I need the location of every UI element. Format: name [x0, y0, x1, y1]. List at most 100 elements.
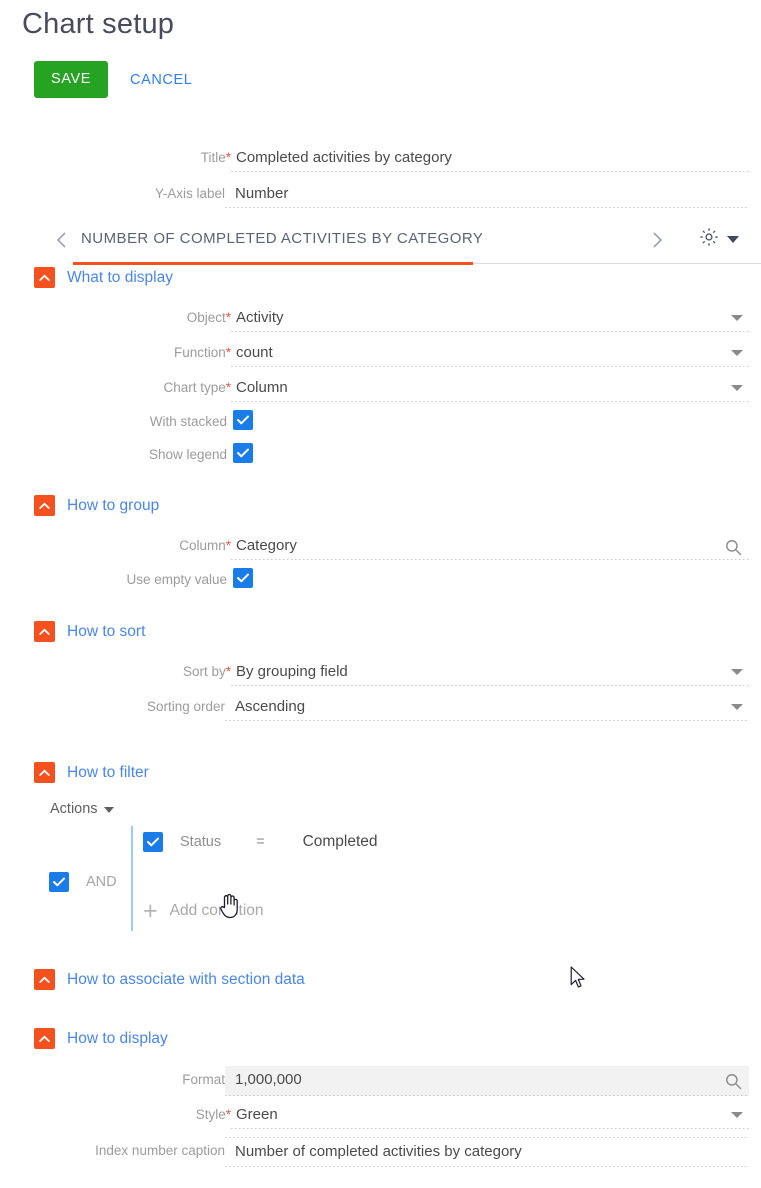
- with-stacked-checkbox[interactable]: [233, 410, 253, 430]
- sort-by-field-row: Sort by* By grouping field: [0, 660, 749, 686]
- section-header-how-to-associate[interactable]: How to associate with section data: [34, 969, 305, 990]
- section-title[interactable]: What to display: [67, 269, 173, 287]
- sorting-order-dropdown[interactable]: Ascending: [225, 695, 749, 721]
- filter-actions-menu[interactable]: Actions: [50, 801, 114, 817]
- show-legend-checkbox-wrap: [227, 443, 253, 463]
- y-axis-field-control[interactable]: Number: [225, 182, 749, 208]
- format-lookup[interactable]: 1,000,000: [225, 1066, 749, 1096]
- chart-type-field-value: Column: [236, 379, 288, 396]
- sort-by-dropdown[interactable]: By grouping field: [231, 660, 749, 686]
- use-empty-value-label: Use empty value: [126, 572, 227, 587]
- chart-tab-strip: NUMBER OF COMPLETED ACTIVITIES BY CATEGO…: [46, 222, 761, 265]
- section-title[interactable]: How to filter: [67, 764, 149, 782]
- y-axis-field-value: Number: [235, 185, 289, 202]
- section-header-how-to-group[interactable]: How to group: [34, 495, 159, 516]
- object-dropdown[interactable]: Activity: [231, 306, 749, 332]
- format-field-row: Format 1,000,000: [0, 1066, 749, 1096]
- chart-type-dropdown[interactable]: Column: [231, 376, 749, 402]
- caret-down-icon[interactable]: [731, 704, 743, 710]
- with-stacked-row: With stacked: [0, 410, 253, 434]
- section-title[interactable]: How to associate with section data: [67, 971, 305, 989]
- active-tab-underline: [73, 262, 473, 265]
- format-value: 1,000,000: [235, 1071, 302, 1088]
- add-condition-label: Add condition: [169, 902, 264, 919]
- field-underline: [231, 366, 749, 367]
- filter-condition-field[interactable]: Status: [180, 834, 221, 850]
- sort-by-value: By grouping field: [236, 663, 348, 680]
- use-empty-value-row: Use empty value: [0, 568, 253, 592]
- use-empty-value-checkbox-wrap: [227, 568, 253, 588]
- plus-icon: +: [143, 897, 158, 925]
- field-underline: [231, 685, 749, 686]
- filter-group-rail: [131, 826, 133, 931]
- field-underline: [225, 720, 749, 721]
- caret-down-icon[interactable]: [731, 350, 743, 356]
- caret-down-icon[interactable]: [731, 385, 743, 391]
- section-header-how-to-filter[interactable]: How to filter: [34, 762, 149, 783]
- section-header-how-to-display[interactable]: How to display: [34, 1028, 168, 1049]
- section-header-how-to-sort[interactable]: How to sort: [34, 621, 145, 642]
- chart-type-field-label: Chart type*: [163, 380, 231, 395]
- title-field-control[interactable]: Completed activities by category: [231, 146, 749, 172]
- section-header-what-to-display[interactable]: What to display: [34, 267, 173, 288]
- chevron-up-icon[interactable]: [34, 762, 55, 783]
- title-field-value: Completed activities by category: [236, 149, 452, 166]
- filter-logic-checkbox[interactable]: [49, 872, 69, 892]
- show-legend-label: Show legend: [148, 447, 227, 462]
- caret-down-icon[interactable]: [731, 669, 743, 675]
- filter-condition-row: Status = Completed: [143, 832, 378, 852]
- cancel-button[interactable]: CANCEL: [130, 72, 192, 88]
- filter-logic-operator[interactable]: AND: [49, 872, 117, 892]
- chevron-up-icon[interactable]: [34, 495, 55, 516]
- page-title: Chart setup: [22, 8, 175, 40]
- sorting-order-label: Sorting order: [146, 699, 225, 714]
- caret-down-icon[interactable]: [731, 1112, 743, 1118]
- filter-condition-operator[interactable]: =: [256, 834, 264, 850]
- style-label: Style*: [195, 1107, 231, 1122]
- tab-settings-button[interactable]: [698, 226, 739, 253]
- filter-logic-label[interactable]: AND: [86, 874, 117, 890]
- field-underline: [231, 171, 749, 172]
- sort-by-label: Sort by*: [182, 664, 231, 679]
- index-number-caption-input[interactable]: Number of completed activities by catego…: [225, 1137, 749, 1167]
- caret-down-icon[interactable]: [731, 315, 743, 321]
- gear-icon: [698, 226, 720, 253]
- use-empty-value-checkbox[interactable]: [233, 568, 253, 588]
- show-legend-row: Show legend: [0, 443, 253, 467]
- section-title[interactable]: How to group: [67, 497, 159, 515]
- show-legend-checkbox[interactable]: [233, 443, 253, 463]
- chevron-left-icon[interactable]: [54, 230, 68, 255]
- filter-condition-value[interactable]: Completed: [303, 833, 378, 851]
- title-field-row: Title* Completed activities by category: [0, 146, 749, 172]
- field-underline: [225, 207, 749, 208]
- sorting-order-field-row: Sorting order Ascending: [0, 695, 749, 721]
- chart-setup-page: Chart setup SAVE CANCEL Title* Completed…: [0, 0, 761, 1188]
- style-field-row: Style* Green: [0, 1103, 749, 1129]
- caret-down-icon: [103, 807, 114, 813]
- function-dropdown[interactable]: count: [231, 341, 749, 367]
- style-dropdown[interactable]: Green: [231, 1103, 749, 1129]
- chevron-up-icon[interactable]: [34, 621, 55, 642]
- field-underline: [231, 401, 749, 402]
- function-field-label: Function*: [173, 345, 231, 360]
- group-column-lookup[interactable]: Category: [231, 534, 749, 560]
- save-button[interactable]: SAVE: [34, 61, 109, 98]
- with-stacked-checkbox-wrap: [227, 410, 253, 430]
- section-title[interactable]: How to sort: [67, 623, 145, 641]
- section-title[interactable]: How to display: [67, 1030, 168, 1048]
- format-label: Format: [182, 1072, 225, 1087]
- filter-condition-checkbox[interactable]: [143, 832, 163, 852]
- tab-label-number-of-completed-activities[interactable]: NUMBER OF COMPLETED ACTIVITIES BY CATEGO…: [81, 230, 483, 247]
- index-number-caption-row: Index number caption Number of completed…: [0, 1137, 749, 1167]
- caret-down-icon: [727, 236, 739, 243]
- chevron-right-icon[interactable]: [650, 230, 664, 255]
- title-field-label: Title*: [200, 150, 231, 165]
- chevron-up-icon[interactable]: [34, 267, 55, 288]
- style-value: Green: [236, 1106, 278, 1123]
- y-axis-label-field-row: Y-Axis label Number: [0, 182, 749, 208]
- search-icon[interactable]: [724, 1072, 743, 1096]
- add-condition-button[interactable]: + Add condition: [143, 897, 264, 925]
- chevron-up-icon[interactable]: [34, 1028, 55, 1049]
- index-number-caption-label: Index number caption: [95, 1143, 225, 1158]
- chevron-up-icon[interactable]: [34, 969, 55, 990]
